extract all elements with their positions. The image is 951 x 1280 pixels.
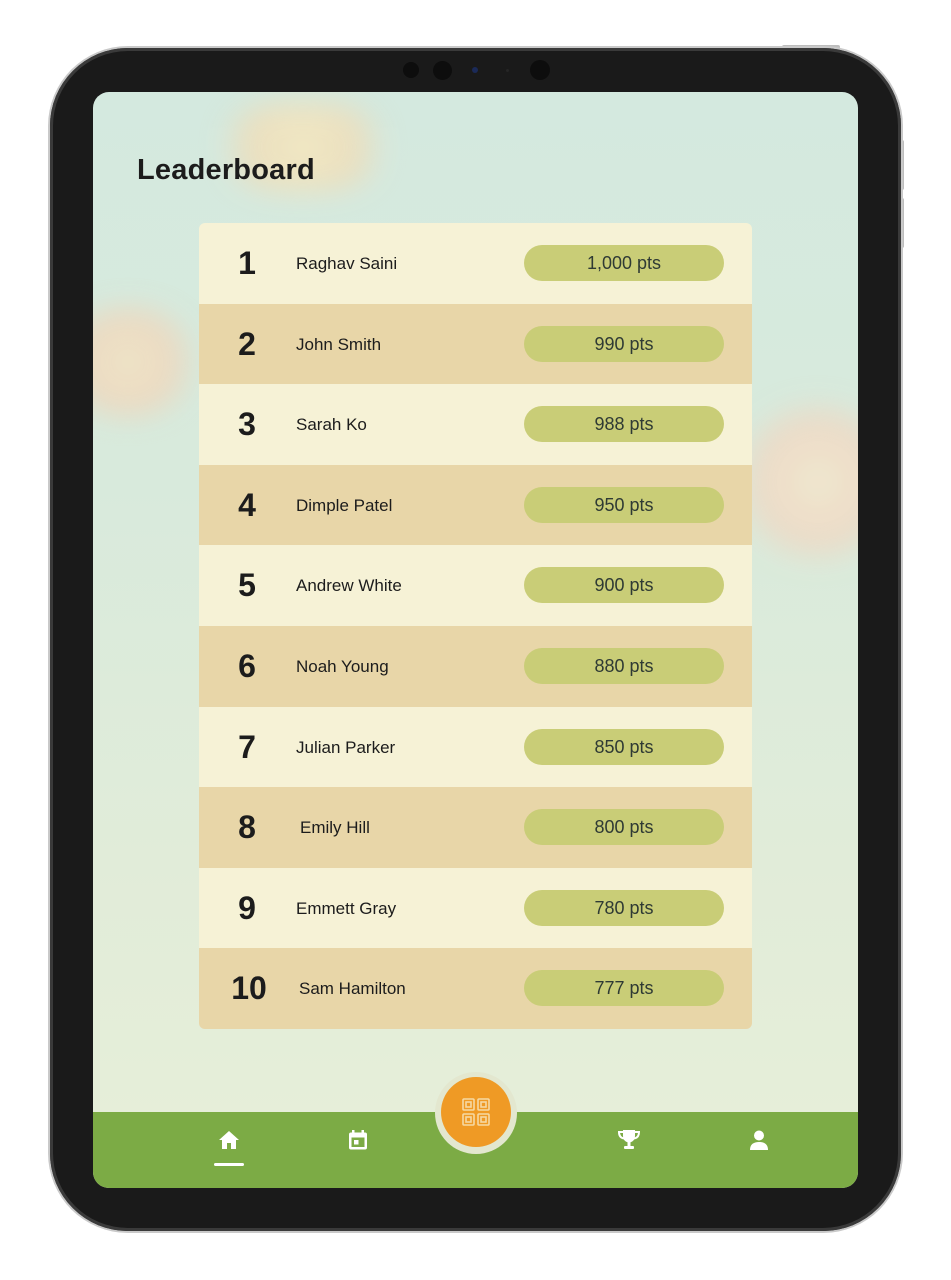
- rank-number: 1: [238, 245, 256, 281]
- player-name: Dimple Patel: [296, 496, 393, 515]
- rank-number: 5: [238, 567, 256, 603]
- sensor: [530, 60, 550, 80]
- nav-trophy-button[interactable]: [611, 1122, 647, 1158]
- player-name: Andrew White: [296, 576, 402, 595]
- leaderboard-row[interactable]: 4 Dimple Patel 950 pts: [199, 465, 752, 546]
- rank-number: 9: [238, 890, 256, 926]
- points-badge: 1,000 pts: [524, 245, 724, 281]
- player-name: John Smith: [296, 335, 382, 354]
- points-badge: 780 pts: [524, 890, 724, 926]
- leaderboard-row[interactable]: 9 Emmett Gray 780 pts: [199, 868, 752, 949]
- points-badge: 900 pts: [524, 567, 724, 603]
- leaderboard-row[interactable]: 3 Sarah Ko 988 pts: [199, 384, 752, 465]
- points-badge: 988 pts: [524, 406, 724, 442]
- leaderboard-row[interactable]: 6 Noah Young 880 pts: [199, 626, 752, 707]
- points-badge: 800 pts: [524, 809, 724, 845]
- scan-qr-button[interactable]: [441, 1077, 511, 1147]
- rank-number: 4: [238, 487, 256, 523]
- rank-number: 7: [238, 729, 256, 765]
- nav-profile-button[interactable]: [741, 1122, 777, 1158]
- leaderboard-list: 1 Raghav Saini 1,000 pts 2 John Smith 99…: [199, 223, 752, 1029]
- leaderboard-row[interactable]: 5 Andrew White 900 pts: [199, 545, 752, 626]
- active-tab-indicator: [214, 1163, 244, 1166]
- points-badge: 777 pts: [524, 970, 724, 1006]
- player-name: Raghav Saini: [296, 254, 398, 273]
- home-icon: [219, 1131, 239, 1149]
- player-name: Emmett Gray: [296, 899, 397, 918]
- points-badge: 880 pts: [524, 648, 724, 684]
- leaderboard-row[interactable]: 1 Raghav Saini 1,000 pts: [199, 223, 752, 304]
- player-name: Sam Hamilton: [299, 979, 406, 998]
- calendar-icon: [349, 1130, 367, 1150]
- points-badge: 850 pts: [524, 729, 724, 765]
- profile-icon: [750, 1130, 768, 1150]
- leaderboard-row[interactable]: 7 Julian Parker 850 pts: [199, 707, 752, 788]
- rank-number: 3: [238, 406, 256, 442]
- player-name: Emily Hill: [300, 818, 370, 837]
- sensor: [506, 69, 509, 72]
- nav-home-button[interactable]: [211, 1122, 247, 1158]
- trophy-icon: [617, 1130, 641, 1149]
- leaderboard-row[interactable]: 10 Sam Hamilton 777 pts: [199, 948, 752, 1029]
- player-name: Noah Young: [296, 657, 389, 676]
- rank-number: 8: [238, 809, 256, 845]
- points-badge: 950 pts: [524, 487, 724, 523]
- leaderboard-row[interactable]: 2 John Smith 990 pts: [199, 304, 752, 385]
- page-title: Leaderboard: [137, 154, 315, 186]
- rank-number: 6: [238, 648, 256, 684]
- leaderboard-row[interactable]: 8 Emily Hill 800 pts: [199, 787, 752, 868]
- player-name: Julian Parker: [296, 738, 396, 757]
- rank-number: 10: [231, 970, 267, 1006]
- nav-calendar-button[interactable]: [340, 1122, 376, 1158]
- sensor: [403, 62, 419, 78]
- rank-number: 2: [238, 326, 256, 362]
- front-camera: [472, 67, 478, 73]
- player-name: Sarah Ko: [296, 415, 367, 434]
- background-cloud: [93, 307, 203, 417]
- points-badge: 990 pts: [524, 326, 724, 362]
- app-screen: Leaderboard 1 Raghav Saini 1,000 pts 2 J…: [93, 92, 858, 1188]
- sensor: [433, 61, 452, 80]
- qr-code-icon: [462, 1098, 490, 1126]
